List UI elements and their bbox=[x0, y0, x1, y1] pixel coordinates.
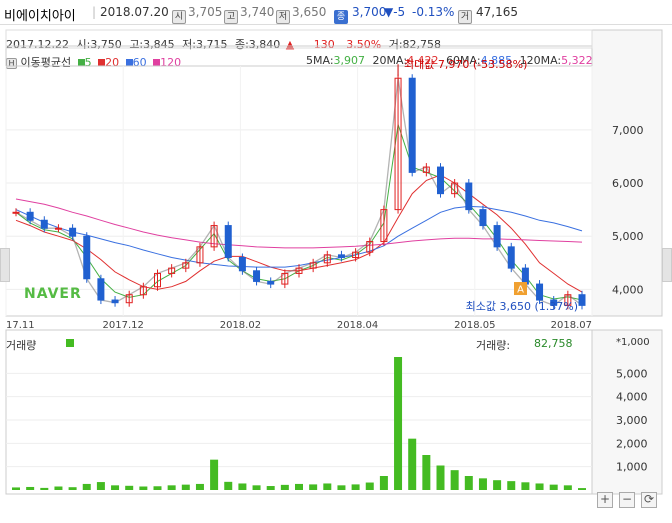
volume-unit: *1,000 bbox=[616, 337, 650, 348]
x-tick-label: 2017.12 bbox=[103, 320, 144, 331]
candle bbox=[507, 246, 515, 269]
volume-bar bbox=[351, 484, 360, 490]
price-tick-label: 5,000 bbox=[612, 230, 644, 243]
volume-bar bbox=[478, 478, 487, 490]
volume-bar bbox=[111, 485, 120, 490]
volume-bar bbox=[563, 485, 572, 490]
volume-bar bbox=[82, 483, 91, 490]
volume-bar bbox=[450, 470, 459, 490]
price-axis-panel bbox=[591, 29, 663, 317]
zoom-out-button[interactable]: − bbox=[619, 492, 635, 508]
max-annotation: 최대값 7,970 (-53.58%) bbox=[404, 58, 527, 71]
candle bbox=[437, 166, 444, 195]
volume-bar bbox=[521, 482, 530, 490]
volume-bar bbox=[266, 486, 275, 490]
candle bbox=[97, 278, 105, 301]
min-badge-label: A bbox=[517, 285, 524, 296]
price-tick-label: 4,000 bbox=[612, 283, 644, 296]
volume-value: 82,758 bbox=[534, 337, 573, 350]
volume-tick-label: 3,000 bbox=[616, 414, 648, 427]
candle bbox=[578, 294, 586, 306]
volume-bar bbox=[422, 455, 431, 490]
volume-tick-label: 5,000 bbox=[616, 367, 648, 380]
info-bar-frame bbox=[5, 29, 593, 49]
volume-bar bbox=[68, 487, 77, 490]
volume-bar bbox=[125, 485, 134, 490]
price-tick-label: 7,000 bbox=[612, 124, 644, 137]
volume-tick-label: 1,000 bbox=[616, 461, 648, 474]
volume-bar bbox=[153, 486, 162, 490]
volume-bar bbox=[224, 481, 233, 490]
volume-bar bbox=[408, 438, 417, 490]
volume-bar bbox=[379, 476, 388, 490]
volume-bar bbox=[26, 486, 35, 490]
candle bbox=[12, 211, 20, 214]
candle bbox=[83, 235, 91, 280]
scroll-left-button[interactable] bbox=[0, 248, 10, 282]
volume-bar bbox=[337, 485, 346, 490]
volume-legend-swatch bbox=[66, 339, 74, 347]
volume-bar bbox=[195, 483, 204, 490]
volume-bar bbox=[295, 483, 303, 490]
candle bbox=[521, 267, 529, 285]
price-volume-chart: 4,000 5,000 6,000 7,000 17.11 2017.12 2018.02 2… bbox=[5, 29, 663, 495]
volume-bar bbox=[280, 484, 289, 490]
volume-bar bbox=[464, 476, 473, 490]
volume-bar bbox=[167, 485, 176, 490]
reset-button[interactable]: ⟳ bbox=[641, 492, 657, 508]
volume-bar bbox=[578, 488, 586, 490]
scroll-right-button[interactable] bbox=[662, 248, 672, 282]
volume-value-label: 거래량: bbox=[476, 339, 511, 352]
candle bbox=[267, 280, 275, 285]
volume-bar bbox=[507, 481, 516, 490]
x-tick-label: 17.11 bbox=[6, 320, 35, 331]
candle bbox=[111, 299, 119, 304]
volume-plot-area bbox=[5, 329, 593, 495]
x-tick-label: 2018.04 bbox=[337, 320, 378, 331]
volume-bar bbox=[365, 482, 374, 490]
volume-bar bbox=[139, 486, 148, 490]
candle bbox=[253, 270, 261, 282]
candle bbox=[479, 209, 487, 227]
price-tick-label: 6,000 bbox=[612, 177, 644, 190]
volume-bar bbox=[252, 485, 261, 490]
volume-bar bbox=[394, 357, 403, 490]
volume-bar bbox=[40, 487, 49, 490]
volume-bar bbox=[96, 482, 105, 490]
x-tick-label: 2018.02 bbox=[220, 320, 261, 331]
x-tick-label: 2018.05 bbox=[454, 320, 495, 331]
volume-bar bbox=[436, 465, 445, 490]
volume-bar bbox=[54, 486, 63, 490]
naver-logo: NAVER bbox=[24, 286, 82, 302]
volume-bar bbox=[181, 484, 190, 490]
volume-bar bbox=[549, 484, 558, 490]
candle bbox=[40, 219, 48, 229]
candle bbox=[337, 254, 345, 258]
candle bbox=[224, 225, 232, 258]
x-tick-label: 2018.07 bbox=[551, 320, 592, 331]
volume-bar bbox=[323, 483, 332, 490]
candle bbox=[26, 211, 34, 221]
volume-tick-label: 4,000 bbox=[616, 391, 648, 404]
volume-bar bbox=[238, 483, 247, 490]
candle bbox=[536, 283, 544, 301]
volume-bar bbox=[12, 487, 20, 490]
min-annotation: 최소값 3,650 (1.37%) bbox=[466, 300, 578, 313]
price-plot-area bbox=[5, 65, 593, 317]
candle bbox=[493, 225, 501, 248]
zoom-in-button[interactable]: + bbox=[597, 492, 613, 508]
candle bbox=[69, 227, 77, 237]
volume-tick-label: 2,000 bbox=[616, 437, 648, 450]
volume-bar bbox=[493, 480, 502, 490]
candle bbox=[465, 182, 473, 211]
candle bbox=[408, 77, 416, 173]
volume-bar bbox=[535, 483, 544, 490]
volume-bar bbox=[210, 459, 219, 490]
candle bbox=[238, 256, 246, 272]
volume-title: 거래량 bbox=[6, 339, 37, 352]
volume-bar bbox=[309, 484, 318, 490]
candle bbox=[54, 227, 62, 230]
